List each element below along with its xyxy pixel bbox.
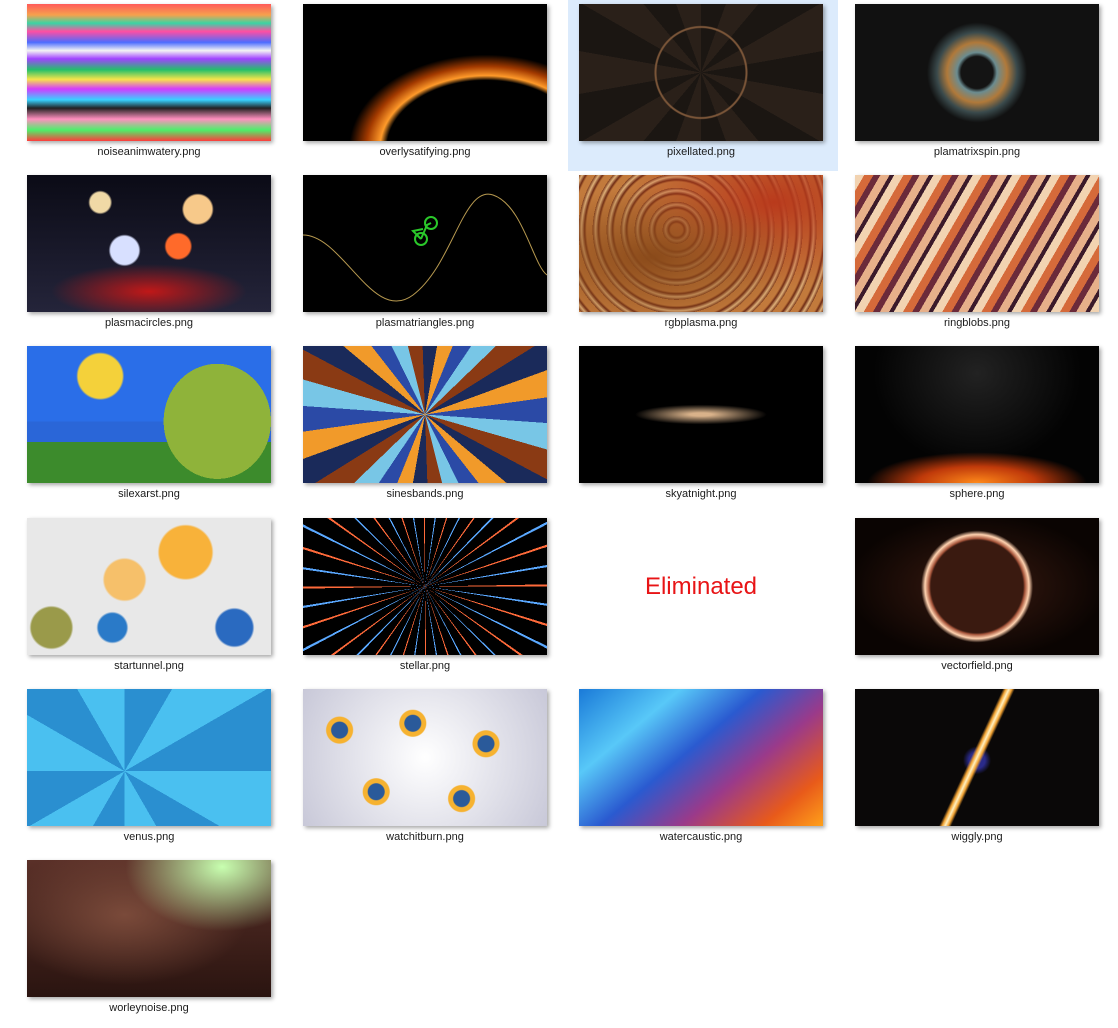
- image-thumbnail-icon[interactable]: [27, 518, 271, 655]
- file-item[interactable]: wiggly.png: [855, 685, 1118, 856]
- image-thumbnail-icon[interactable]: [27, 860, 271, 997]
- file-item[interactable]: sphere.png: [855, 342, 1118, 513]
- image-thumbnail-icon[interactable]: [27, 689, 271, 826]
- image-thumbnail-icon[interactable]: [855, 689, 1099, 826]
- file-item[interactable]: venus.png: [27, 685, 297, 856]
- file-item[interactable]: plamatrixspin.png: [855, 0, 1118, 171]
- file-name-label: plasmatriangles.png: [375, 317, 475, 329]
- file-name-label: vectorfield.png: [941, 660, 1013, 672]
- file-item[interactable]: stellar.png: [303, 514, 573, 685]
- file-name-label: skyatnight.png: [665, 488, 737, 500]
- image-thumbnail-icon[interactable]: [303, 689, 547, 826]
- file-item[interactable]: sinesbands.png: [303, 342, 573, 513]
- image-thumbnail-icon[interactable]: [27, 346, 271, 483]
- file-item[interactable]: pixellated.png: [568, 0, 838, 171]
- file-name-label: noiseanimwatery.png: [97, 146, 201, 158]
- image-thumbnail-icon[interactable]: [303, 175, 547, 312]
- image-thumbnail-icon[interactable]: [579, 175, 823, 312]
- file-item[interactable]: watchitburn.png: [303, 685, 573, 856]
- image-thumbnail-icon[interactable]: [579, 689, 823, 826]
- file-name-label: plamatrixspin.png: [933, 146, 1021, 158]
- file-name-label: rgbplasma.png: [664, 317, 738, 329]
- file-item[interactable]: startunnel.png: [27, 514, 297, 685]
- file-name-label: sinesbands.png: [386, 488, 464, 500]
- file-item[interactable]: overlysatifying.png: [303, 0, 573, 171]
- image-thumbnail-icon[interactable]: [579, 4, 823, 141]
- file-name-label: stellar.png: [399, 660, 451, 672]
- file-item[interactable]: noiseanimwatery.png: [27, 0, 297, 171]
- image-thumbnail-icon[interactable]: [303, 346, 547, 483]
- file-name-label: overlysatifying.png: [379, 146, 471, 158]
- file-name-label: venus.png: [123, 831, 175, 843]
- file-name-label: silexarst.png: [118, 488, 180, 500]
- placeholder-item: Eliminated: [579, 514, 849, 685]
- image-thumbnail-icon[interactable]: [303, 518, 547, 655]
- file-name-label: wiggly.png: [951, 831, 1003, 843]
- image-thumbnail-icon[interactable]: [855, 346, 1099, 483]
- image-thumbnail-icon[interactable]: [855, 518, 1099, 655]
- image-thumbnail-icon[interactable]: [27, 175, 271, 312]
- file-item[interactable]: plasmatriangles.png: [303, 171, 573, 342]
- image-thumbnail-icon[interactable]: [303, 4, 547, 141]
- file-item[interactable]: ringblobs.png: [855, 171, 1118, 342]
- image-thumbnail-icon[interactable]: [855, 4, 1099, 141]
- file-item[interactable]: rgbplasma.png: [579, 171, 849, 342]
- image-thumbnail-icon[interactable]: [855, 175, 1099, 312]
- file-item[interactable]: skyatnight.png: [579, 342, 849, 513]
- file-item[interactable]: plasmacircles.png: [27, 171, 297, 342]
- file-name-label: worleynoise.png: [109, 1002, 189, 1014]
- file-item[interactable]: watercaustic.png: [579, 685, 849, 856]
- file-name-label: watchitburn.png: [386, 831, 464, 843]
- file-item[interactable]: vectorfield.png: [855, 514, 1118, 685]
- file-item[interactable]: worleynoise.png: [27, 856, 297, 1027]
- image-thumbnail-icon[interactable]: [27, 4, 271, 141]
- file-name-label: watercaustic.png: [659, 831, 743, 843]
- file-name-label: ringblobs.png: [943, 317, 1011, 329]
- file-name-label: startunnel.png: [114, 660, 184, 672]
- image-thumbnail-icon[interactable]: [579, 346, 823, 483]
- file-item[interactable]: silexarst.png: [27, 342, 297, 513]
- eliminated-annotation: Eliminated: [644, 572, 758, 600]
- file-name-label: plasmacircles.png: [104, 317, 194, 329]
- file-name-label: sphere.png: [949, 488, 1005, 500]
- file-name-label: pixellated.png: [667, 146, 735, 158]
